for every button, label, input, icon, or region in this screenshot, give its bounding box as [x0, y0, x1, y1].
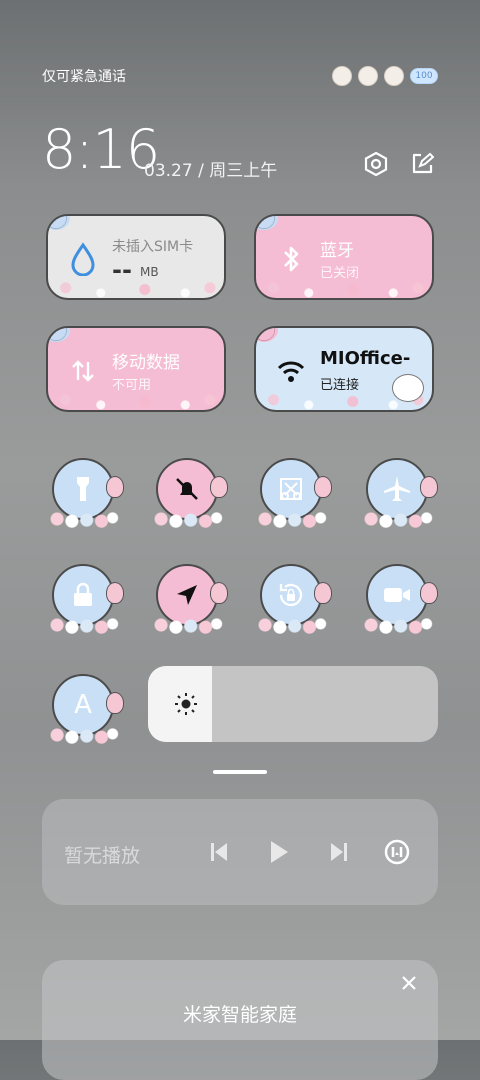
video-camera-icon	[384, 588, 410, 602]
rotation-lock-toggle[interactable]	[254, 564, 332, 636]
decor-flower-icon	[48, 328, 70, 342]
data-arrows-icon	[72, 360, 94, 382]
sticker-bear-icon	[384, 66, 404, 86]
sun-icon	[175, 693, 197, 715]
skip-next-icon	[331, 843, 347, 861]
skip-previous-icon	[211, 843, 227, 861]
media-player: 暂无播放	[42, 799, 438, 905]
location-arrow-icon	[177, 585, 197, 605]
carrier-status: 仅可紧急通话	[42, 69, 126, 85]
scissors-icon	[280, 478, 302, 500]
mobile-data-status: 不可用	[112, 378, 152, 393]
play-button[interactable]	[264, 837, 294, 867]
mobile-data-title: 移动数据	[112, 353, 180, 373]
wifi-status: 已连接	[320, 378, 360, 393]
decor-flower-icon	[48, 216, 70, 230]
drag-handle[interactable]	[213, 770, 267, 774]
date: 03.27 / 周三上午	[144, 161, 278, 181]
data-usage-tile[interactable]: 未插入SIM卡 -- MB	[46, 214, 226, 300]
next-button[interactable]	[324, 837, 354, 867]
status-icons: 100	[332, 66, 438, 86]
bear-sticker-icon	[392, 374, 424, 402]
data-usage-value: --	[112, 256, 132, 284]
clock: 8:16	[42, 118, 160, 181]
mobile-data-tile[interactable]: 移动数据 不可用	[46, 326, 226, 412]
font-A-icon: A	[74, 690, 92, 720]
decor-flower-icon	[256, 328, 278, 342]
lock-icon	[74, 582, 92, 606]
battery-indicator: 100	[410, 68, 438, 84]
cast-button[interactable]	[382, 837, 412, 867]
settings-button[interactable]	[360, 148, 392, 180]
lock-toggle[interactable]	[46, 564, 124, 636]
rotation-lock-icon	[279, 583, 303, 607]
decor-flower-icon	[256, 216, 278, 230]
flashlight-toggle[interactable]	[46, 458, 124, 530]
airplane-icon	[384, 476, 410, 501]
cast-icon	[384, 839, 410, 865]
smart-home-title: 米家智能家庭	[182, 1004, 297, 1026]
sticker-rabbit-icon	[332, 66, 352, 86]
edit-icon	[412, 152, 434, 174]
previous-button[interactable]	[204, 837, 234, 867]
wifi-title: MIOffice-	[320, 348, 411, 369]
media-status: 暂无播放	[64, 845, 141, 867]
mute-toggle[interactable]	[150, 458, 228, 530]
data-usage-unit: MB	[140, 265, 159, 279]
data-usage-title: 未插入SIM卡	[112, 239, 194, 255]
bell-off-icon	[176, 478, 198, 500]
bluetooth-icon	[284, 246, 299, 272]
sticker-cookie-icon	[358, 66, 378, 86]
smart-home-card[interactable]: 米家智能家庭	[42, 960, 438, 1080]
location-toggle[interactable]	[150, 564, 228, 636]
play-icon	[271, 841, 288, 863]
airplane-toggle[interactable]	[360, 458, 438, 530]
edit-button[interactable]	[406, 148, 438, 180]
close-icon[interactable]	[398, 972, 420, 994]
flashlight-icon	[77, 477, 89, 501]
brightness-slider[interactable]	[148, 666, 438, 742]
bluetooth-status: 已关闭	[320, 266, 360, 281]
settings-hexagon-icon	[364, 151, 388, 177]
screen-record-toggle[interactable]	[360, 564, 438, 636]
font-toggle[interactable]: A	[46, 674, 124, 746]
screenshot-toggle[interactable]	[254, 458, 332, 530]
wifi-tile[interactable]: MIOffice- 已连接	[254, 326, 434, 412]
bluetooth-tile[interactable]: 蓝牙 已关闭	[254, 214, 434, 300]
water-drop-icon	[71, 242, 95, 276]
bluetooth-title: 蓝牙	[320, 241, 354, 261]
wifi-icon	[277, 361, 305, 382]
